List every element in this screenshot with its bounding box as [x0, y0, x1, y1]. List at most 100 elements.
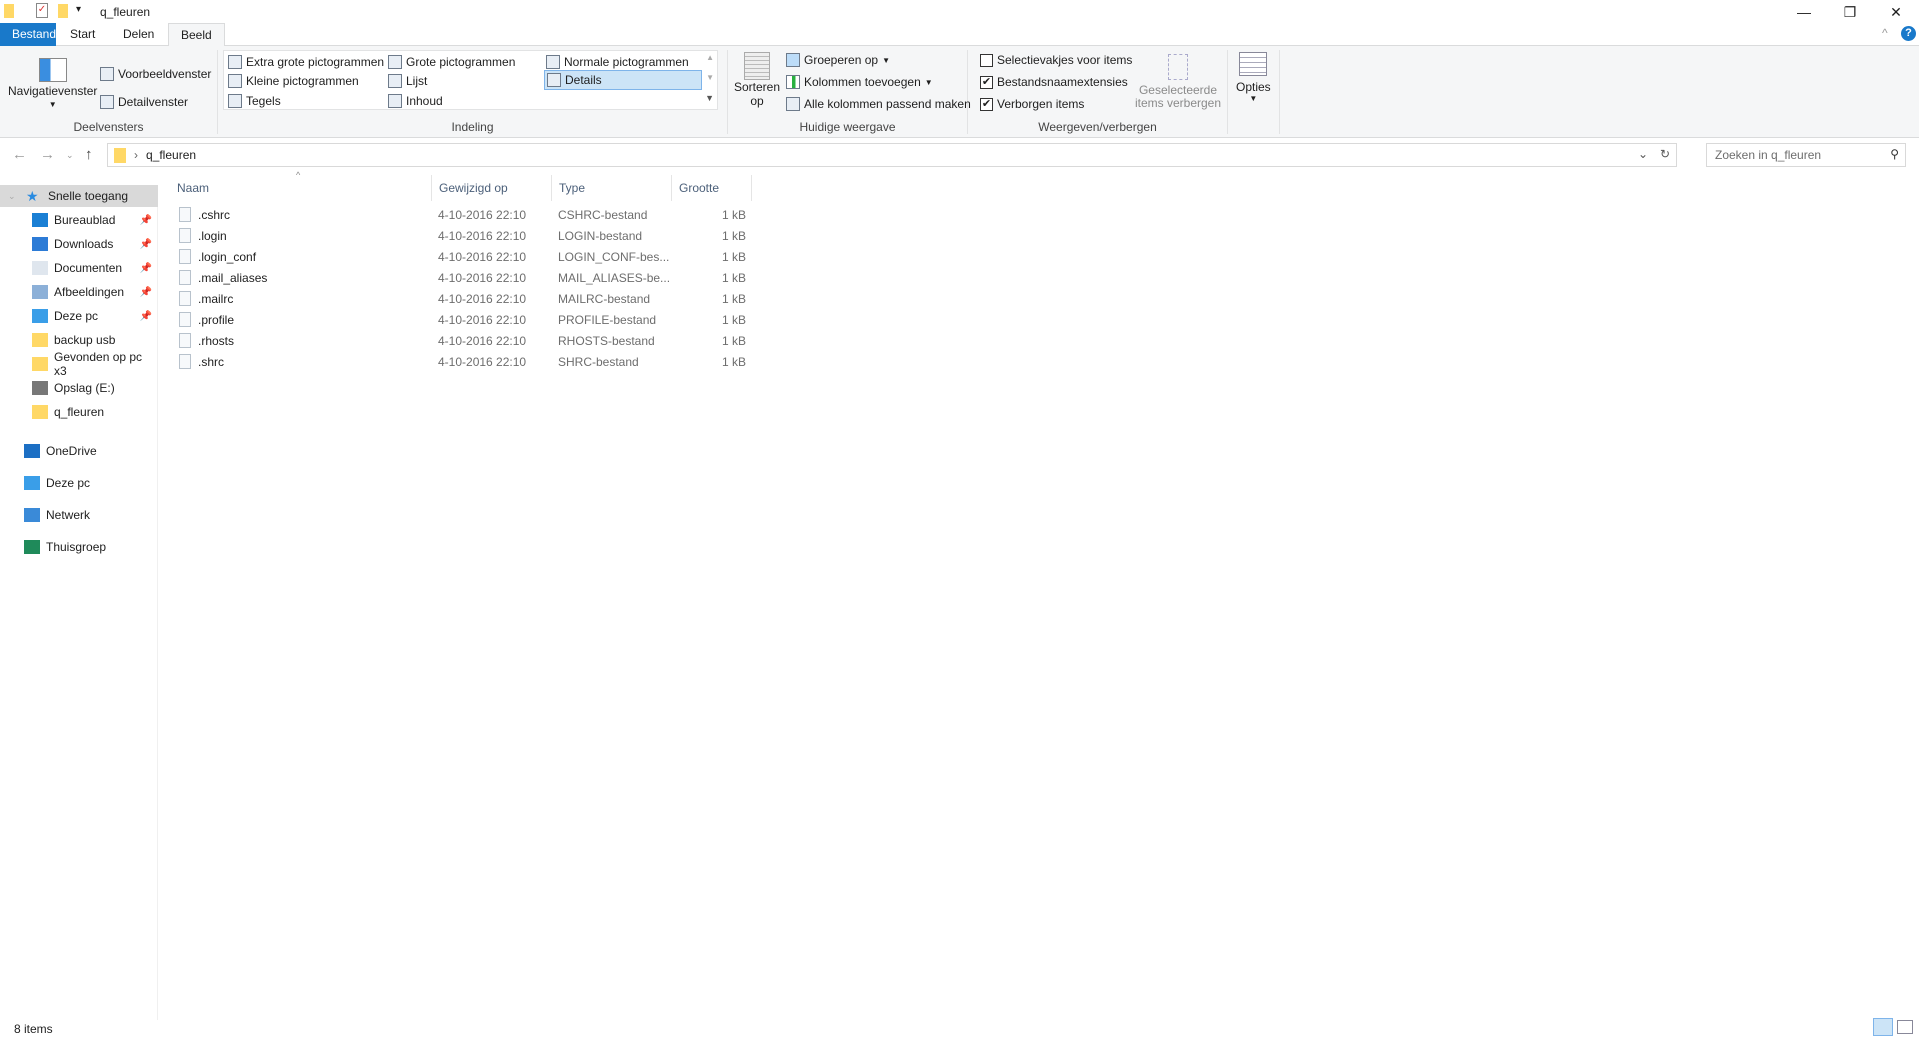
file-name: .login_conf	[198, 250, 257, 264]
sidebar-item[interactable]: Documenten 📌	[0, 257, 158, 279]
label: Selectievakjes voor items	[997, 53, 1133, 67]
add-columns-button[interactable]: Kolommen toevoegen ▼	[784, 72, 935, 92]
breadcrumb-item[interactable]: q_fleuren	[146, 148, 196, 162]
checkbox[interactable]: ✔	[980, 75, 993, 89]
navigation-pane-icon	[38, 58, 67, 82]
column-header-name[interactable]: Naam	[170, 175, 432, 201]
file-name: .rhosts	[198, 334, 235, 348]
label: Verborgen items	[997, 97, 1085, 111]
sidebar-item[interactable]: Afbeeldingen 📌	[0, 281, 158, 303]
layout-medium[interactable]: Normale pictogrammen	[544, 52, 691, 72]
pin-icon[interactable]: 📌	[140, 215, 152, 226]
restore-button[interactable]: ❐	[1827, 0, 1873, 24]
up-button[interactable]: ↑	[85, 146, 93, 163]
sidebar-item[interactable]: Deze pc 📌	[0, 305, 158, 327]
label: Extra grote pictogrammen	[246, 55, 385, 69]
details-view-icon[interactable]	[1873, 1018, 1893, 1036]
large-icons-view-icon[interactable]	[1897, 1020, 1913, 1034]
location-icon	[24, 540, 40, 554]
label: Alle kolommen passend maken	[804, 97, 971, 111]
close-button[interactable]: ✕	[1873, 0, 1919, 24]
file-row[interactable]: .shrc 4-10-2016 22:10 SHRC-bestand 1 kB	[170, 352, 760, 373]
label: Afbeeldingen	[54, 285, 125, 299]
sort-by-button[interactable]: Sorteren op	[732, 52, 782, 114]
gallery-scroll-down[interactable]: ▼	[706, 73, 714, 82]
navigation-pane: ⌄ ★ Snelle toegang Bureaublad 📌 Downloads 📌 Doc…	[0, 185, 158, 1020]
refresh-icon[interactable]: ↻	[1660, 147, 1670, 161]
label: Grote pictogrammen	[406, 55, 516, 69]
checkbox[interactable]: ✔	[980, 97, 993, 111]
file-type: CSHRC-bestand	[558, 208, 648, 222]
file-type: LOGIN-bestand	[558, 229, 643, 243]
item-checkboxes-toggle[interactable]: Selectievakjes voor items	[978, 50, 1134, 70]
file-row[interactable]: .profile 4-10-2016 22:10 PROFILE-bestand 1 …	[170, 310, 760, 331]
sidebar-item[interactable]: Opslag (E:)	[0, 377, 158, 399]
sidebar-root-item[interactable]: Deze pc	[0, 472, 158, 494]
layout-large[interactable]: Grote pictogrammen	[386, 52, 517, 72]
pin-icon[interactable]: 📌	[140, 287, 152, 298]
address-row: ← → ⌄ ↑ › q_fleuren ⌄ ↻ Zoeken in q_fleu…	[0, 143, 1919, 169]
layout-list[interactable]: Lijst	[386, 71, 429, 91]
file-row[interactable]: .login 4-10-2016 22:10 LOGIN-bestand 1 kB	[170, 226, 760, 247]
column-header-type[interactable]: Type	[552, 175, 672, 201]
address-dropdown-icon[interactable]: ⌄	[1638, 147, 1648, 161]
size-all-columns-button[interactable]: Alle kolommen passend maken	[784, 94, 973, 114]
layout-content[interactable]: Inhoud	[386, 91, 445, 111]
group-by-button[interactable]: Groeperen op ▼	[784, 50, 892, 70]
sidebar-item[interactable]: q_fleuren	[0, 401, 158, 423]
sidebar-root-item[interactable]: Thuisgroep	[0, 536, 158, 558]
gallery-expand[interactable]: ▼	[705, 93, 714, 103]
sidebar-root-item[interactable]: Netwerk	[0, 504, 158, 526]
collapse-ribbon-icon[interactable]: ^	[1882, 26, 1888, 40]
column-header-modified[interactable]: Gewijzigd op	[432, 175, 552, 201]
file-row[interactable]: .mail_aliases 4-10-2016 22:10 MAIL_ALIASES…	[170, 268, 760, 289]
properties-icon[interactable]: ✓	[36, 3, 48, 18]
options-button[interactable]: Opties ▼	[1236, 52, 1271, 103]
file-icon	[179, 354, 191, 369]
layout-details[interactable]: Details	[544, 70, 702, 90]
gallery-scroll-up[interactable]: ▲	[706, 53, 714, 62]
checkbox[interactable]	[980, 53, 993, 67]
column-header-size[interactable]: Grootte	[672, 175, 752, 201]
file-row[interactable]: .cshrc 4-10-2016 22:10 CSHRC-bestand 1 kB	[170, 205, 760, 226]
sidebar-item[interactable]: Gevonden op pc x3	[0, 350, 158, 378]
preview-pane-button[interactable]: Voorbeeldvenster	[98, 64, 213, 84]
navigation-pane-label: Navigatievenster	[8, 84, 98, 98]
layout-extra-large[interactable]: Extra grote pictogrammen	[226, 52, 386, 72]
sidebar-item[interactable]: backup usb	[0, 329, 158, 351]
sidebar-root-item[interactable]: OneDrive	[0, 440, 158, 462]
layout-tiles[interactable]: Tegels	[226, 91, 283, 111]
search-input[interactable]: Zoeken in q_fleuren ⚲	[1706, 143, 1906, 167]
hide-selected-button[interactable]: Geselecteerde items verbergen	[1133, 54, 1223, 110]
file-row[interactable]: .rhosts 4-10-2016 22:10 RHOSTS-bestand 1 kB	[170, 331, 760, 352]
location-icon	[24, 508, 40, 522]
new-folder-icon[interactable]	[58, 4, 68, 18]
back-button[interactable]: ←	[12, 146, 27, 163]
customize-toolbar-icon[interactable]: ▾	[76, 4, 81, 15]
file-extensions-toggle[interactable]: ✔ Bestandsnaamextensies	[978, 72, 1130, 92]
recent-locations-button[interactable]: ⌄	[66, 150, 74, 161]
layout-small[interactable]: Kleine pictogrammen	[226, 71, 361, 91]
sidebar-item[interactable]: Downloads 📌	[0, 233, 158, 255]
help-icon[interactable]: ?	[1901, 26, 1916, 41]
group-label: Weergeven/verbergen	[1038, 120, 1157, 134]
navigation-pane-button[interactable]: Navigatievenster ▼	[6, 58, 99, 118]
address-bar[interactable]: › q_fleuren ⌄ ↻	[107, 143, 1677, 167]
pin-icon[interactable]: 📌	[140, 239, 152, 250]
pin-icon[interactable]: 📌	[140, 311, 152, 322]
file-row[interactable]: .mailrc 4-10-2016 22:10 MAILRC-bestand 1 kB	[170, 289, 760, 310]
sidebar-item[interactable]: Bureaublad 📌	[0, 209, 158, 231]
tab-delen[interactable]: Delen	[111, 23, 166, 46]
hidden-items-toggle[interactable]: ✔ Verborgen items	[978, 94, 1086, 114]
tab-bestand[interactable]: Bestand	[0, 23, 56, 46]
sidebar-item-quick-access[interactable]: ⌄ ★ Snelle toegang	[0, 185, 158, 207]
sort-icon	[744, 52, 771, 80]
details-pane-button[interactable]: Detailvenster	[98, 92, 190, 112]
pin-icon[interactable]: 📌	[140, 263, 152, 274]
forward-button[interactable]: →	[40, 146, 55, 163]
search-placeholder: Zoeken in q_fleuren	[1715, 148, 1822, 162]
tab-start[interactable]: Start	[58, 23, 107, 46]
minimize-button[interactable]: —	[1781, 0, 1827, 24]
tab-beeld[interactable]: Beeld	[168, 23, 225, 47]
file-row[interactable]: .login_conf 4-10-2016 22:10 LOGIN_CONF-bes…	[170, 247, 760, 268]
